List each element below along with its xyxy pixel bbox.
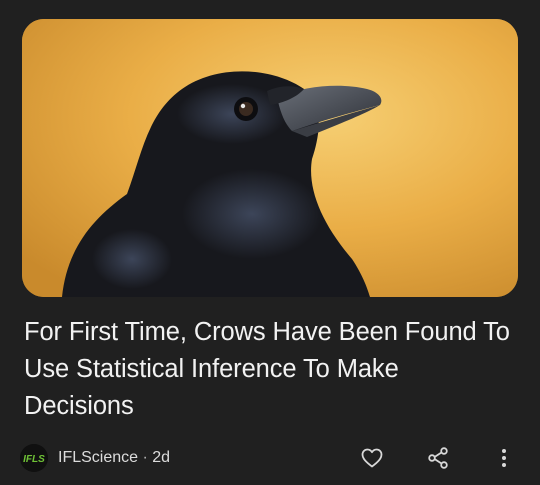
more-options-button[interactable]: [486, 440, 522, 476]
source-logo: IFLS: [20, 444, 48, 472]
crow-illustration: [22, 19, 518, 297]
share-button[interactable]: [420, 440, 456, 476]
source-meta: IFLScience · 2d: [58, 449, 170, 467]
heart-icon: [361, 448, 383, 468]
source-name: IFLScience: [58, 449, 139, 466]
article-age: 2d: [152, 449, 171, 466]
article-image[interactable]: [22, 19, 518, 297]
card-footer: IFLS IFLScience · 2d: [20, 440, 520, 474]
news-card[interactable]: For First Time, Crows Have Been Found To…: [0, 0, 540, 485]
source-logo-text: IFLS: [23, 454, 45, 465]
share-icon: [428, 447, 448, 469]
article-headline[interactable]: For First Time, Crows Have Been Found To…: [24, 314, 514, 425]
like-button[interactable]: [354, 440, 390, 476]
more-vertical-icon: [502, 449, 506, 467]
meta-separator: ·: [142, 449, 148, 466]
